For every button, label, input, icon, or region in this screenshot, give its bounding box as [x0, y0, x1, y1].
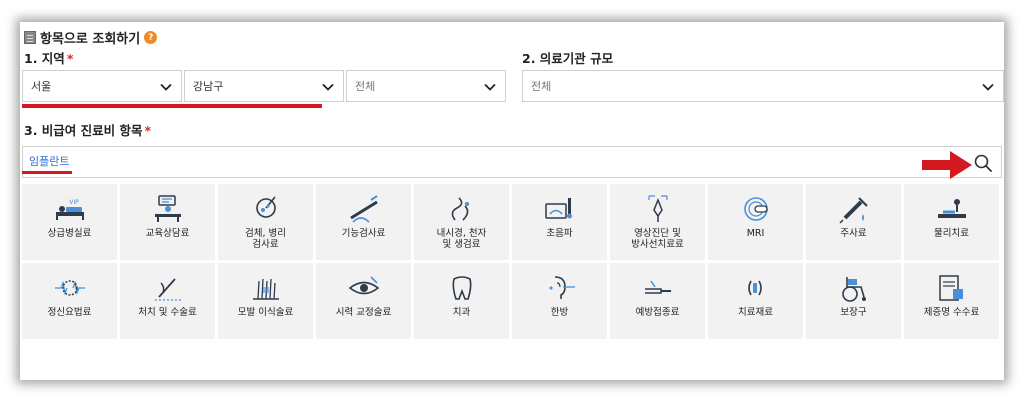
category-label: 내시경, 천자 및 생검료 — [436, 228, 487, 250]
page-title: 항목으로 조회하기 — [40, 32, 141, 47]
region-label-text: 1. 지역 — [24, 51, 65, 66]
category-tile[interactable]: 제증명 수수료 — [904, 263, 999, 339]
category-tile[interactable]: 시력 교정술료 — [316, 263, 411, 339]
hair-transplant-icon — [252, 278, 279, 300]
chevron-down-icon — [160, 83, 172, 91]
category-grid: VIP 상급병실료 교육상담료 검체, 병리 검사료 기능검사료 내시경, 천자 및 생검… — [22, 184, 999, 339]
eye-correction-icon — [348, 276, 379, 295]
items-label-text: 3. 비급여 진료비 항목 — [24, 123, 143, 138]
category-tile[interactable]: 주사료 — [806, 184, 901, 260]
category-tile[interactable]: 영상진단 및 방사선치료료 — [610, 184, 705, 260]
category-tile[interactable]: MRI — [708, 184, 803, 260]
help-icon[interactable]: ? — [144, 31, 158, 44]
institution-select-value: 전체 — [531, 80, 552, 93]
category-label: 한방 — [550, 307, 569, 318]
document-icon — [24, 31, 36, 44]
category-tile[interactable]: 치과 — [414, 263, 509, 339]
chevron-down-icon — [982, 83, 994, 91]
brain-wave-icon — [54, 280, 85, 296]
treatment-material-icon — [747, 280, 762, 296]
item-search-input[interactable] — [29, 154, 629, 167]
category-label: 기능검사료 — [341, 228, 386, 239]
item-search-box — [22, 146, 1002, 178]
chevron-down-icon — [484, 83, 496, 91]
svg-text:VIP: VIP — [69, 199, 79, 206]
category-label: 치과 — [452, 307, 471, 318]
category-tile[interactable]: 물리치료 — [904, 184, 999, 260]
search-highlight-underline — [22, 171, 72, 174]
physical-therapy-icon — [937, 199, 966, 218]
dong-select[interactable]: 전체 — [346, 70, 506, 102]
category-label: 치료재료 — [738, 307, 773, 318]
category-label: 정신요법료 — [47, 307, 92, 318]
required-mark: * — [66, 51, 74, 66]
category-label: 영상진단 및 방사선치료료 — [631, 228, 684, 250]
search-icon[interactable] — [974, 154, 992, 172]
wheelchair-icon — [841, 277, 866, 302]
certificate-icon — [938, 275, 963, 301]
tooth-icon — [452, 276, 471, 300]
red-arrow-icon — [922, 151, 972, 179]
imaging-icon — [647, 195, 668, 222]
hospital-bed-icon: VIP — [55, 199, 84, 220]
items-label: 3. 비급여 진료비 항목 * — [24, 120, 151, 139]
mri-icon — [743, 197, 768, 221]
required-mark: * — [144, 123, 152, 138]
region-highlight-underline — [22, 104, 322, 108]
category-label: 상급병실료 — [47, 228, 92, 239]
category-label: 검체, 병리 검사료 — [245, 228, 286, 250]
category-label: MRI — [746, 228, 765, 239]
city-select[interactable]: 서울 — [22, 70, 182, 102]
category-tile[interactable]: 교육상담료 — [120, 184, 215, 260]
category-tile[interactable]: 예방접종료 — [610, 263, 705, 339]
category-label: 초음파 — [546, 228, 573, 239]
dong-select-value: 전체 — [355, 80, 376, 93]
function-test-icon — [349, 195, 378, 223]
institution-select[interactable]: 전체 — [522, 70, 1004, 102]
counseling-icon — [154, 195, 181, 222]
category-tile[interactable]: 기능검사료 — [316, 184, 411, 260]
city-select-value: 서울 — [31, 80, 52, 93]
category-tile[interactable]: 정신요법료 — [22, 263, 117, 339]
category-label: 교육상담료 — [145, 228, 190, 239]
district-select-value: 강남구 — [193, 80, 224, 93]
category-tile[interactable]: 모발 이식술료 — [218, 263, 313, 339]
search-panel: 항목으로 조회하기 ? 1. 지역 * 2. 의료기관 규모 서울 강남구 전체 … — [20, 22, 1004, 380]
category-tile[interactable]: 보장구 — [806, 263, 901, 339]
chevron-down-icon — [322, 83, 334, 91]
category-tile[interactable]: 치료재료 — [708, 263, 803, 339]
category-tile[interactable]: VIP 상급병실료 — [22, 184, 117, 260]
category-label: 예방접종료 — [635, 307, 680, 318]
surgery-icon — [154, 278, 181, 301]
section-header: 항목으로 조회하기 ? — [24, 28, 158, 47]
category-label: 물리치료 — [934, 228, 969, 239]
category-tile[interactable]: 검체, 병리 검사료 — [218, 184, 313, 260]
category-label: 제증명 수수료 — [923, 307, 980, 318]
category-tile[interactable]: 초음파 — [512, 184, 607, 260]
district-select[interactable]: 강남구 — [184, 70, 344, 102]
acupuncture-icon — [549, 276, 575, 299]
category-label: 처치 및 수술료 — [138, 307, 197, 318]
category-label: 보장구 — [840, 307, 867, 318]
category-tile[interactable]: 내시경, 천자 및 생검료 — [414, 184, 509, 260]
endoscope-icon — [451, 197, 469, 221]
syringe-icon — [838, 197, 868, 224]
category-label: 시력 교정술료 — [335, 307, 392, 318]
ultrasound-icon — [544, 198, 572, 219]
institution-label: 2. 의료기관 규모 — [522, 48, 613, 67]
category-label: 주사료 — [840, 228, 867, 239]
category-label: 모발 이식술료 — [237, 307, 294, 318]
category-tile[interactable]: 처치 및 수술료 — [120, 263, 215, 339]
specimen-test-icon — [255, 196, 276, 218]
category-tile[interactable]: 한방 — [512, 263, 607, 339]
region-label: 1. 지역 * — [24, 48, 73, 67]
vaccination-icon — [644, 280, 671, 294]
institution-label-text: 2. 의료기관 규모 — [522, 51, 614, 66]
